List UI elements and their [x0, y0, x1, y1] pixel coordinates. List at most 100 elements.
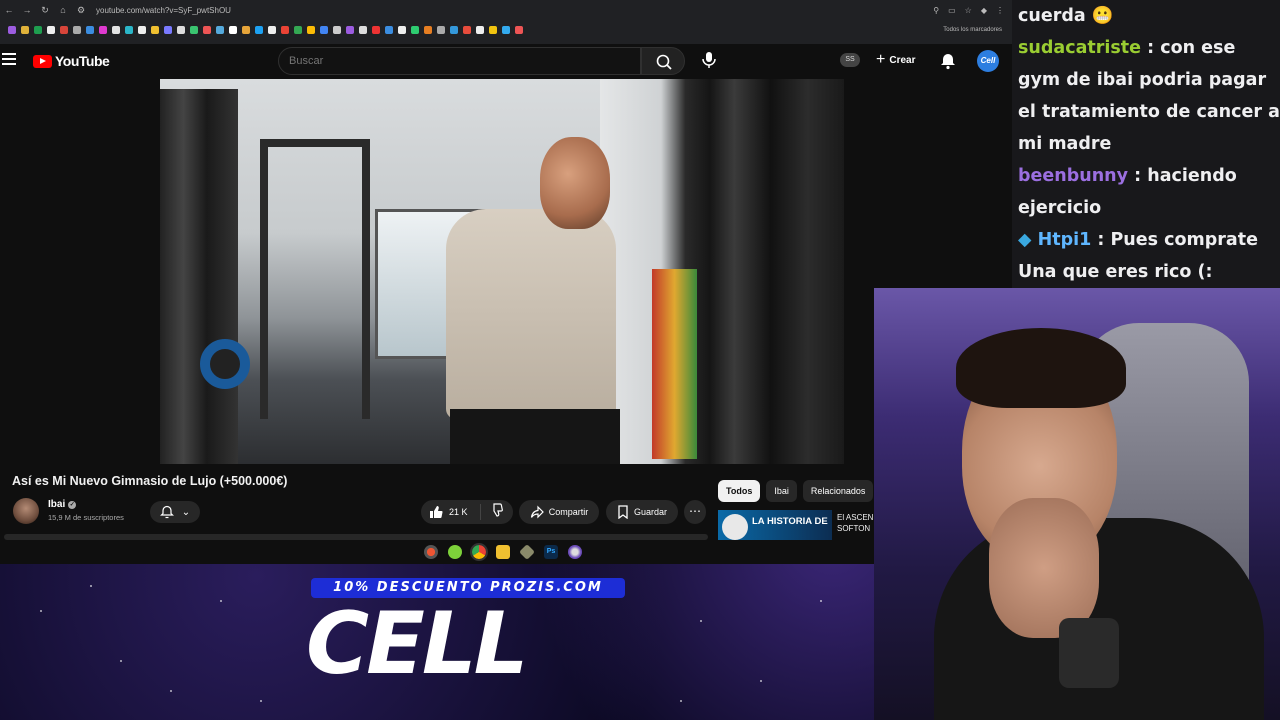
chrome-icon[interactable]	[470, 542, 488, 561]
channel-name-text: Ibai	[48, 499, 66, 510]
related-title-line: El ASCEN	[837, 513, 874, 522]
bookmark-icon[interactable]	[125, 26, 133, 34]
bookmark-icon[interactable]	[34, 26, 42, 34]
ss-badge[interactable]: SS	[840, 53, 860, 67]
save-button[interactable]: Guardar	[606, 500, 678, 524]
bookmark-icon[interactable]	[203, 26, 211, 34]
bookmark-icon[interactable]	[47, 26, 55, 34]
forward-icon[interactable]: →	[18, 5, 36, 15]
bookmark-icon[interactable]	[346, 26, 354, 34]
menu-icon[interactable]: ⋮	[996, 6, 1004, 15]
bookmark-icon[interactable]	[268, 26, 276, 34]
bookmark-icon[interactable]	[86, 26, 94, 34]
chat-message: ◆ Htpi1 : Pues comprate Una que eres ric…	[1018, 224, 1280, 288]
bookmark-icon[interactable]	[437, 26, 445, 34]
extension-icon[interactable]: ◆	[981, 6, 987, 15]
app-green-icon[interactable]	[448, 544, 462, 559]
bookmark-icon[interactable]	[177, 26, 185, 34]
bookmark-icon[interactable]	[21, 26, 29, 34]
app-record-icon[interactable]	[424, 544, 438, 559]
bookmark-icon[interactable]	[164, 26, 172, 34]
bookmark-icon[interactable]	[372, 26, 380, 34]
bookmark-icon[interactable]	[294, 26, 302, 34]
zoom-icon[interactable]: ⚲	[933, 6, 939, 15]
bookmark-icon[interactable]	[398, 26, 406, 34]
video-player[interactable]	[160, 79, 844, 464]
bookmark-icon[interactable]	[242, 26, 250, 34]
chat-username[interactable]: beenbunny	[1018, 166, 1128, 186]
bookmark-icon[interactable]	[73, 26, 81, 34]
app-purple-icon[interactable]	[568, 544, 582, 559]
taskbar: Ps	[424, 542, 582, 561]
bookmark-icon[interactable]	[359, 26, 367, 34]
channel-name[interactable]: Ibai ✓	[48, 499, 77, 510]
bookmark-icon[interactable]	[463, 26, 471, 34]
chip-todos[interactable]: Todos	[718, 480, 761, 502]
related-video-title[interactable]: El ASCEN SOFTON	[837, 512, 877, 534]
app-diamond-icon[interactable]	[519, 543, 535, 560]
back-icon[interactable]: ←	[0, 5, 18, 15]
url-field[interactable]: youtube.com/watch?v=SyF_pwtShOU	[96, 6, 231, 15]
bookmark-icon[interactable]	[320, 26, 328, 34]
like-count: 21 K	[449, 507, 468, 517]
bookmark-icon[interactable]	[138, 26, 146, 34]
bookmark-icon[interactable]	[476, 26, 484, 34]
bookmark-icon[interactable]	[502, 26, 510, 34]
youtube-logo[interactable]: YouTube	[33, 53, 110, 69]
description-box[interactable]	[4, 534, 708, 540]
bookmark-icon[interactable]	[281, 26, 289, 34]
like-button[interactable]: 21 K	[421, 504, 481, 520]
youtube-header: YouTube SS + Crear Cell	[0, 44, 1012, 78]
share-button[interactable]: Compartir	[519, 500, 599, 524]
smith-machine-graphic	[260, 139, 370, 419]
reload-icon[interactable]: ↻	[36, 5, 54, 16]
photoshop-icon[interactable]: Ps	[544, 544, 558, 559]
folder-icon[interactable]	[496, 544, 510, 559]
bookmark-icon[interactable]	[307, 26, 315, 34]
all-bookmarks-folder[interactable]: Todos los marcadores	[943, 27, 1012, 33]
star-icon[interactable]: ☆	[965, 6, 972, 15]
bookmark-icon[interactable]	[229, 26, 237, 34]
chip-ibai[interactable]: Ibai	[766, 480, 797, 502]
avatar[interactable]: Cell	[977, 50, 999, 72]
voice-search-button[interactable]	[696, 47, 722, 73]
search-button[interactable]	[641, 47, 685, 75]
site-info-icon[interactable]: ⚙	[72, 5, 90, 16]
person-shorts-graphic	[450, 409, 620, 464]
chat-panel: cuerda 😬 sudacatriste : con ese gym de i…	[1012, 0, 1280, 290]
bookmark-icon[interactable]	[489, 26, 497, 34]
bookmark-icon[interactable]	[515, 26, 523, 34]
bookmark-icon[interactable]	[411, 26, 419, 34]
bookmark-icon[interactable]	[60, 26, 68, 34]
channel-avatar[interactable]	[13, 498, 39, 524]
menu-icon[interactable]	[2, 53, 16, 65]
chat-username[interactable]: sudacatriste	[1018, 38, 1141, 58]
chip-relacionados[interactable]: Relacionados	[802, 480, 874, 502]
bookmark-icon[interactable]	[255, 26, 263, 34]
subscriber-count: 15,9 M de suscriptores	[48, 513, 124, 522]
bookmark-icon[interactable]	[216, 26, 224, 34]
search-input[interactable]	[278, 47, 641, 75]
bookmark-icon[interactable]	[385, 26, 393, 34]
home-icon[interactable]: ⌂	[54, 5, 72, 15]
bookmark-icon[interactable]	[424, 26, 432, 34]
subscription-notifications-button[interactable]: ⌄	[150, 501, 200, 523]
search-icon	[656, 54, 672, 70]
bookmark-icon[interactable]	[333, 26, 341, 34]
bookmark-icon[interactable]	[99, 26, 107, 34]
chat-username[interactable]: Htpi1	[1038, 230, 1092, 250]
create-button[interactable]: + Crear	[876, 51, 915, 69]
thumbnail-text: LA HISTORIA DE	[752, 516, 828, 527]
bookmark-icon[interactable]	[112, 26, 120, 34]
bookmark-icon[interactable]	[151, 26, 159, 34]
bookmark-icon[interactable]	[190, 26, 198, 34]
bookmark-icon[interactable]	[8, 26, 16, 34]
bookmark-icon[interactable]	[450, 26, 458, 34]
person-head-graphic	[540, 137, 610, 229]
dislike-button[interactable]	[481, 502, 503, 522]
more-options-icon[interactable]: ⋯	[684, 500, 706, 524]
brand-logo: CELL	[306, 594, 528, 694]
cast-icon[interactable]: ▭	[948, 6, 956, 15]
related-video-thumbnail[interactable]: LA HISTORIA DE	[718, 510, 832, 540]
notifications-button[interactable]	[939, 52, 957, 75]
